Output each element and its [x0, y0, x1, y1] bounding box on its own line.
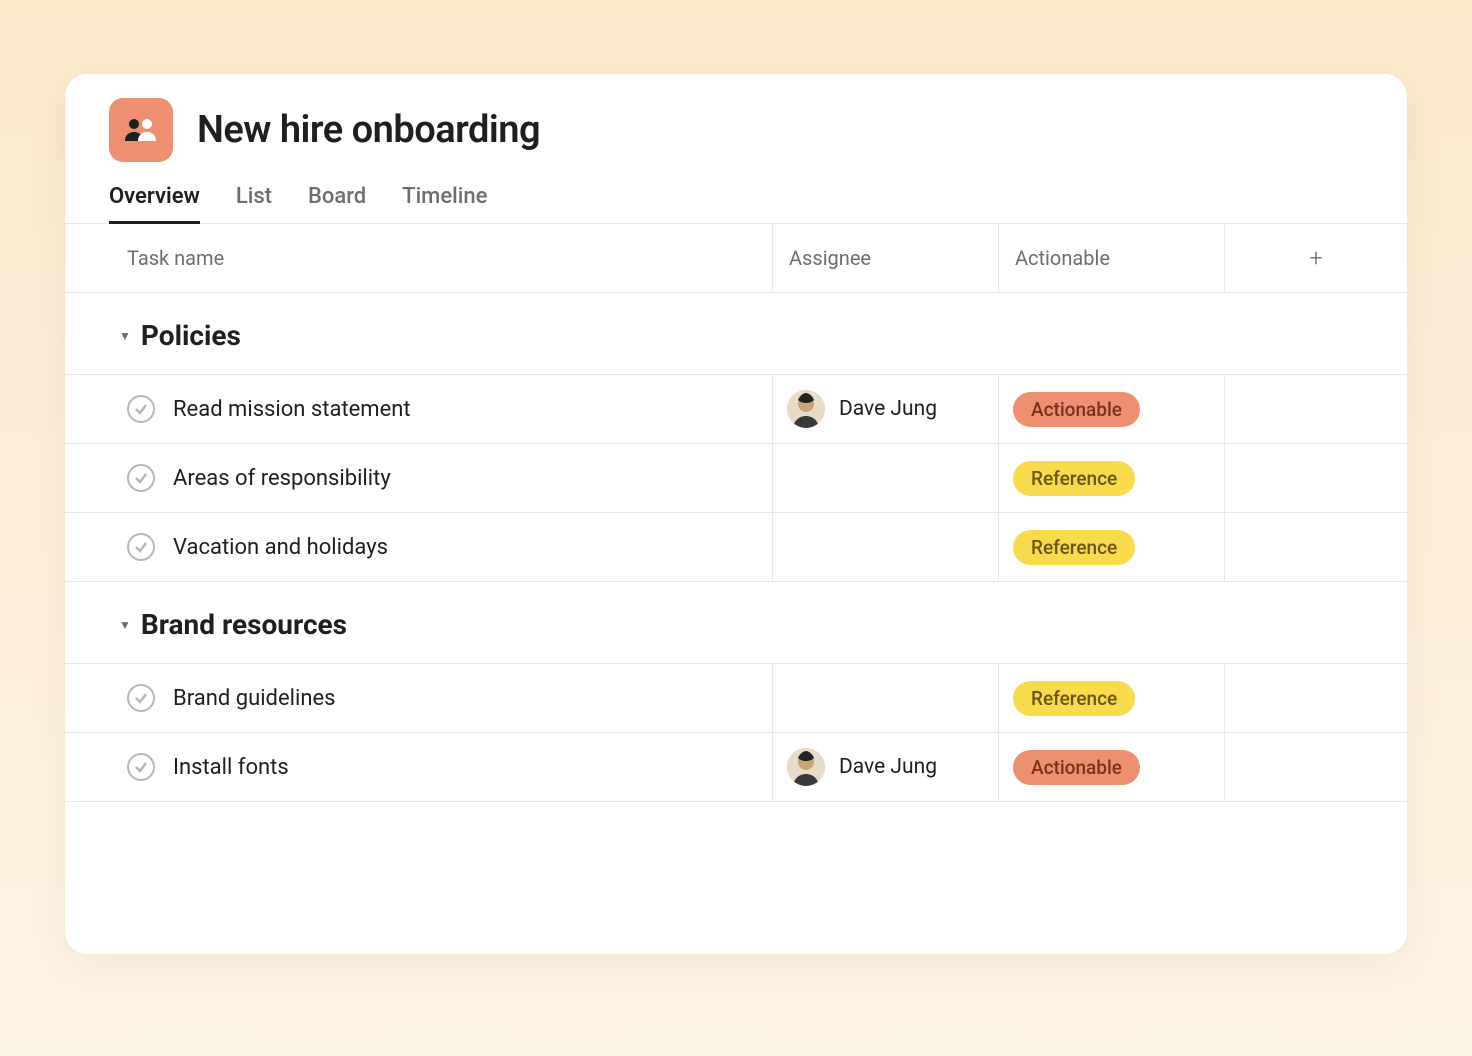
section-header[interactable]: ▼ Policies: [65, 293, 1407, 375]
task-row[interactable]: Install fonts Dave Jung Actionable: [65, 733, 1407, 802]
caret-down-icon[interactable]: ▼: [119, 618, 131, 632]
task-name-label: Read mission statement: [173, 397, 411, 422]
task-row[interactable]: Areas of responsibility Reference: [65, 444, 1407, 513]
task-row[interactable]: Vacation and holidays Reference: [65, 513, 1407, 582]
actionable-cell[interactable]: Reference: [998, 513, 1224, 581]
section-header[interactable]: ▼ Brand resources: [65, 582, 1407, 664]
task-row[interactable]: Read mission statement Dave Jung Actionabl…: [65, 375, 1407, 444]
caret-down-icon[interactable]: ▼: [119, 329, 131, 343]
task-name-label: Vacation and holidays: [173, 535, 388, 560]
assignee-name: Dave Jung: [839, 397, 937, 421]
task-name-cell: Install fonts: [65, 733, 772, 801]
actionable-cell[interactable]: Actionable: [998, 375, 1224, 443]
actionable-cell[interactable]: Reference: [998, 444, 1224, 512]
avatar: [787, 390, 825, 428]
task-row[interactable]: Brand guidelines Reference: [65, 664, 1407, 733]
task-name-label: Areas of responsibility: [173, 466, 391, 491]
tab-list[interactable]: List: [236, 184, 272, 224]
column-header-assignee[interactable]: Assignee: [772, 224, 998, 292]
project-icon: [109, 98, 173, 162]
assignee-cell[interactable]: Dave Jung: [772, 733, 998, 801]
project-window: New hire onboarding Overview List Board Tim…: [65, 74, 1407, 954]
actionable-cell[interactable]: Actionable: [998, 733, 1224, 801]
columns-header: Task name Assignee Actionable +: [65, 223, 1407, 293]
actionable-cell[interactable]: Reference: [998, 664, 1224, 732]
complete-check-icon[interactable]: [127, 533, 155, 561]
tag-reference: Reference: [1013, 681, 1135, 716]
extra-cell: [1224, 375, 1407, 443]
tabs: Overview List Board Timeline: [65, 162, 1407, 224]
assignee-cell[interactable]: [772, 444, 998, 512]
tab-board[interactable]: Board: [308, 184, 366, 224]
complete-check-icon[interactable]: [127, 464, 155, 492]
task-name-cell: Read mission statement: [65, 375, 772, 443]
tag-actionable: Actionable: [1013, 392, 1140, 427]
tag-reference: Reference: [1013, 530, 1135, 565]
assignee-cell[interactable]: [772, 513, 998, 581]
section-title: Brand resources: [141, 608, 347, 641]
task-list: ▼ Policies Read mission statement Dave Jung…: [65, 293, 1407, 802]
tab-timeline[interactable]: Timeline: [402, 184, 487, 224]
assignee-name: Dave Jung: [839, 755, 937, 779]
assignee-cell[interactable]: Dave Jung: [772, 375, 998, 443]
tab-overview[interactable]: Overview: [109, 184, 200, 224]
project-title: New hire onboarding: [197, 108, 540, 152]
people-icon: [124, 116, 158, 144]
task-name-cell: Vacation and holidays: [65, 513, 772, 581]
task-name-cell: Brand guidelines: [65, 664, 772, 732]
add-column-button[interactable]: +: [1224, 224, 1407, 292]
complete-check-icon[interactable]: [127, 684, 155, 712]
tag-reference: Reference: [1013, 461, 1135, 496]
avatar: [787, 748, 825, 786]
task-name-label: Install fonts: [173, 755, 289, 780]
project-header: New hire onboarding: [65, 74, 1407, 162]
assignee-cell[interactable]: [772, 664, 998, 732]
section-title: Policies: [141, 319, 241, 352]
extra-cell: [1224, 444, 1407, 512]
complete-check-icon[interactable]: [127, 753, 155, 781]
extra-cell: [1224, 664, 1407, 732]
task-name-label: Brand guidelines: [173, 686, 336, 711]
extra-cell: [1224, 513, 1407, 581]
task-name-cell: Areas of responsibility: [65, 444, 772, 512]
complete-check-icon[interactable]: [127, 395, 155, 423]
tag-actionable: Actionable: [1013, 750, 1140, 785]
column-header-actionable[interactable]: Actionable: [998, 224, 1224, 292]
column-header-task-name[interactable]: Task name: [65, 224, 772, 292]
extra-cell: [1224, 733, 1407, 801]
